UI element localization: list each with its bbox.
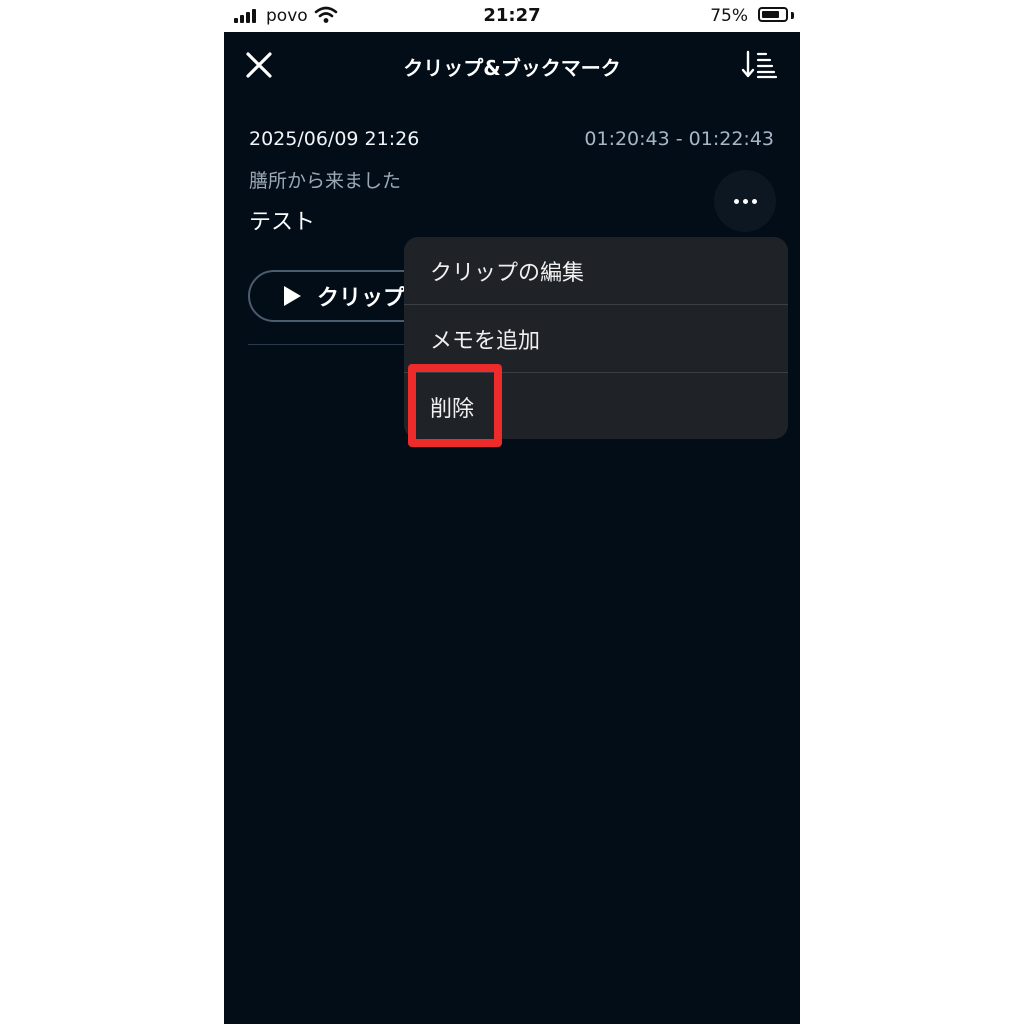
battery-percentage: 75%	[710, 6, 748, 26]
clip-time-range: 01:20:43 - 01:22:43	[584, 128, 774, 150]
more-icon-dot	[742, 198, 748, 204]
sort-icon	[741, 50, 778, 79]
clip-date: 2025/06/09 21:26	[249, 128, 420, 150]
menu-item-label: クリップの編集	[430, 260, 585, 286]
close-icon	[246, 52, 272, 78]
menu-item-edit-clip[interactable]: クリップの編集	[404, 237, 788, 304]
menu-item-add-memo[interactable]: メモを追加	[404, 305, 788, 372]
battery-nub	[791, 12, 794, 19]
battery-icon	[758, 7, 788, 22]
sort-button[interactable]	[740, 48, 780, 82]
clip-memo: テスト	[249, 210, 316, 235]
more-icon	[733, 198, 739, 204]
play-icon	[284, 286, 301, 306]
phone-screen: povo 21:27 75% クリップ&ブックマーク 2025/06/09 21…	[224, 0, 800, 1024]
header: クリップ&ブックマーク	[224, 32, 800, 98]
highlight-box	[408, 364, 502, 447]
more-options-button[interactable]	[714, 170, 776, 232]
battery-fill	[762, 11, 779, 18]
status-bar: povo 21:27 75%	[224, 0, 800, 32]
more-icon-dot	[751, 198, 757, 204]
close-button[interactable]	[244, 50, 284, 80]
menu-item-label: メモを追加	[430, 328, 541, 354]
clip-subtitle: 膳所から来ました	[249, 170, 402, 192]
page-title: クリップ&ブックマーク	[403, 56, 621, 80]
play-clip-label: クリップ	[317, 286, 406, 311]
